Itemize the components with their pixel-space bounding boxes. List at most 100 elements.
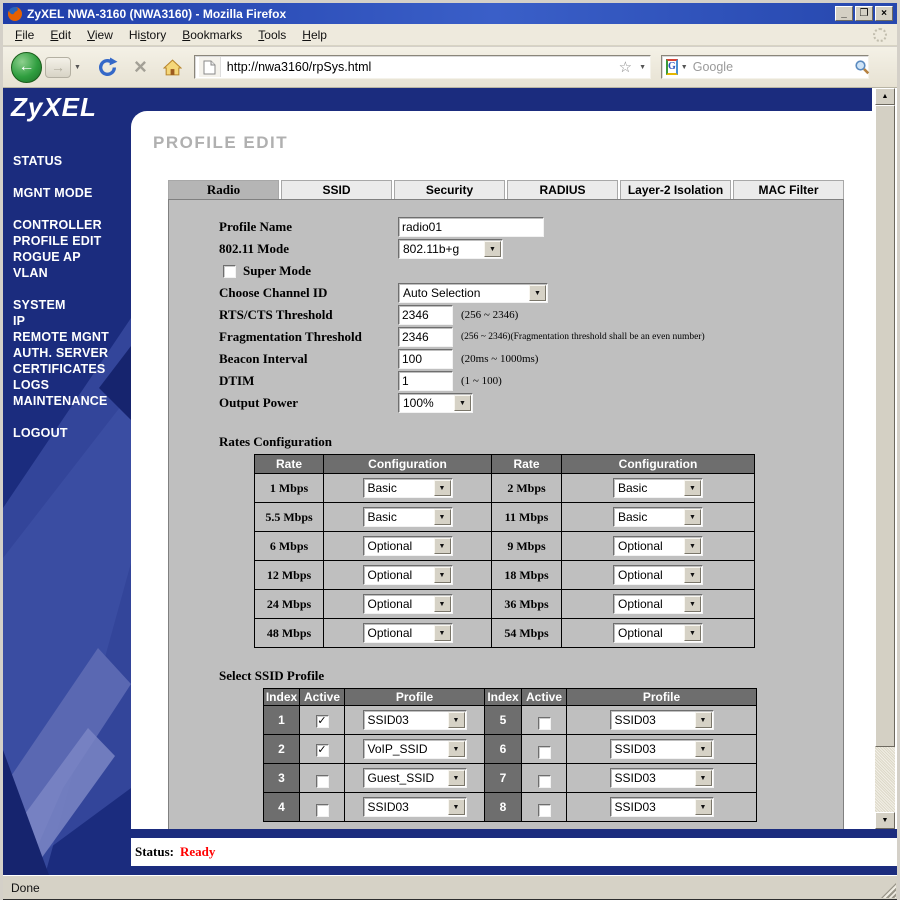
- sidebar-item-logs[interactable]: LOGS: [13, 377, 131, 393]
- menu-tools[interactable]: Tools: [250, 25, 294, 45]
- vertical-scrollbar[interactable]: ▲ ▼: [875, 88, 895, 829]
- scrollbar-thumb[interactable]: [875, 105, 895, 747]
- ssid-profile-select[interactable]: Guest_SSID ▼: [362, 768, 467, 788]
- channel-id-select[interactable]: Auto Selection ▼: [398, 283, 548, 303]
- ssid-profile-select[interactable]: SSID03 ▼: [362, 710, 467, 730]
- home-button[interactable]: [162, 58, 182, 76]
- active-checkbox[interactable]: ✓: [315, 715, 329, 728]
- tab-radio[interactable]: Radio: [168, 180, 279, 199]
- rate-config-select[interactable]: Basic ▼: [613, 478, 703, 498]
- menu-history[interactable]: History: [121, 25, 174, 45]
- sidebar-item-mgnt-mode[interactable]: MGNT MODE: [13, 185, 131, 201]
- chevron-down-icon: ▼: [447, 712, 465, 728]
- super-mode-checkbox[interactable]: [223, 264, 236, 278]
- rts-threshold-input[interactable]: [398, 305, 453, 325]
- sidebar-item-auth-server[interactable]: AUTH. SERVER: [13, 345, 131, 361]
- menu-bookmarks[interactable]: Bookmarks: [174, 25, 250, 45]
- output-power-select[interactable]: 100% ▼: [398, 393, 473, 413]
- ssid-profile-select[interactable]: SSID03 ▼: [609, 768, 714, 788]
- sidebar-item-logout[interactable]: LOGOUT: [13, 425, 131, 441]
- chevron-down-icon: ▼: [447, 741, 465, 757]
- active-checkbox[interactable]: [315, 803, 329, 817]
- active-checkbox[interactable]: [315, 774, 329, 788]
- rate-config-select[interactable]: Optional ▼: [362, 536, 453, 556]
- reload-button[interactable]: [97, 57, 118, 78]
- active-checkbox[interactable]: [537, 745, 551, 759]
- ssid-profile-select[interactable]: VoIP_SSID ▼: [362, 739, 467, 759]
- active-checkbox[interactable]: ✓: [315, 744, 329, 757]
- url-input[interactable]: [226, 60, 615, 74]
- close-button[interactable]: ×: [875, 6, 893, 21]
- sidebar-item-maintenance[interactable]: MAINTENANCE: [13, 393, 131, 409]
- search-input[interactable]: [692, 60, 854, 74]
- rate-config-select[interactable]: Optional ▼: [362, 623, 453, 643]
- search-engine-dropdown-icon[interactable]: ▼: [681, 64, 688, 71]
- sidebar-item-status[interactable]: STATUS: [13, 153, 131, 169]
- menu-edit[interactable]: Edit: [42, 25, 79, 45]
- rate-config-select[interactable]: Optional ▼: [613, 565, 703, 585]
- forward-button[interactable]: →: [45, 56, 71, 78]
- maximize-button[interactable]: ❐: [855, 6, 873, 21]
- dtim-input[interactable]: [398, 371, 453, 391]
- sidebar-item-system[interactable]: SYSTEM: [13, 297, 131, 313]
- ssid-profile-select[interactable]: SSID03 ▼: [609, 710, 714, 730]
- stop-button[interactable]: ×: [134, 56, 147, 78]
- history-dropdown-icon[interactable]: ▼: [74, 64, 81, 71]
- ssid-profile-select[interactable]: SSID03 ▼: [609, 739, 714, 759]
- sidebar-item-vlan[interactable]: VLAN: [13, 265, 131, 281]
- rates-header: Rate: [491, 454, 562, 474]
- fragmentation-threshold-input[interactable]: [398, 327, 453, 347]
- rate-config-select[interactable]: Optional ▼: [613, 536, 703, 556]
- chevron-down-icon: ▼: [454, 395, 471, 411]
- rate-config-select[interactable]: Optional ▼: [362, 565, 453, 585]
- chevron-down-icon: ▼: [447, 770, 465, 786]
- back-button[interactable]: ←: [11, 51, 42, 83]
- browser-status-bar: Done: [3, 875, 897, 899]
- chevron-down-icon: ▼: [684, 567, 701, 583]
- bookmark-star-icon[interactable]: ☆: [619, 58, 632, 76]
- url-bar: ☆ ▼: [193, 55, 651, 79]
- active-checkbox[interactable]: [537, 803, 551, 817]
- menu-file[interactable]: File: [7, 25, 42, 45]
- table-row: 48 Mbps Optional ▼ 54 Mbps Optional ▼: [254, 618, 755, 648]
- tab-radius[interactable]: RADIUS: [507, 180, 618, 199]
- ssid-profile-select[interactable]: SSID03 ▼: [609, 797, 714, 817]
- rate-config-select[interactable]: Basic ▼: [362, 507, 453, 527]
- sidebar-item-ip[interactable]: IP: [13, 313, 131, 329]
- rts-threshold-label: RTS/CTS Threshold: [219, 307, 333, 322]
- rate-config-select[interactable]: Optional ▼: [613, 623, 703, 643]
- sidebar-item-controller[interactable]: CONTROLLER: [13, 217, 131, 233]
- sidebar-item-certificates[interactable]: CERTIFICATES: [13, 361, 131, 377]
- sidebar-item-rogue-ap[interactable]: ROGUE AP: [13, 249, 131, 265]
- tab-ssid[interactable]: SSID: [281, 180, 392, 199]
- beacon-interval-input[interactable]: [398, 349, 453, 369]
- minimize-button[interactable]: _: [835, 6, 853, 21]
- scroll-up-button[interactable]: ▲: [875, 88, 895, 105]
- beacon-interval-label: Beacon Interval: [219, 351, 308, 366]
- scroll-down-button[interactable]: ▼: [875, 812, 895, 829]
- active-checkbox[interactable]: [537, 774, 551, 788]
- profile-name-input[interactable]: [398, 217, 544, 237]
- sidebar-item-remote-mgnt[interactable]: REMOTE MGNT: [13, 329, 131, 345]
- chevron-down-icon: ▼: [433, 596, 451, 612]
- ssid-profile-select[interactable]: SSID03 ▼: [362, 797, 467, 817]
- menu-help[interactable]: Help: [294, 25, 335, 45]
- rate-config-select[interactable]: Basic ▼: [362, 478, 453, 498]
- rate-config-select[interactable]: Optional ▼: [613, 594, 703, 614]
- chevron-down-icon: ▼: [684, 625, 701, 641]
- url-dropdown-icon[interactable]: ▼: [639, 64, 646, 71]
- active-checkbox[interactable]: [537, 716, 551, 730]
- browser-window: ZyXEL NWA-3160 (NWA3160) - Mozilla Firef…: [0, 0, 900, 900]
- ssid-index: 4: [263, 792, 300, 822]
- search-icon[interactable]: [854, 59, 870, 75]
- sidebar-item-profile-edit[interactable]: PROFILE EDIT: [13, 233, 131, 249]
- resize-grip-icon[interactable]: [881, 883, 896, 898]
- sidebar: ZyXEL STATUS MGNT MODE CONTROLLER PROFIL…: [3, 88, 131, 875]
- 80211-mode-select[interactable]: 802.11b+g ▼: [398, 239, 503, 259]
- tab-layer2-isolation[interactable]: Layer-2 Isolation: [620, 180, 731, 199]
- menu-view[interactable]: View: [79, 25, 121, 45]
- rate-config-select[interactable]: Basic ▼: [613, 507, 703, 527]
- rate-config-select[interactable]: Optional ▼: [362, 594, 453, 614]
- tab-mac-filter[interactable]: MAC Filter: [733, 180, 844, 199]
- tab-security[interactable]: Security: [394, 180, 505, 199]
